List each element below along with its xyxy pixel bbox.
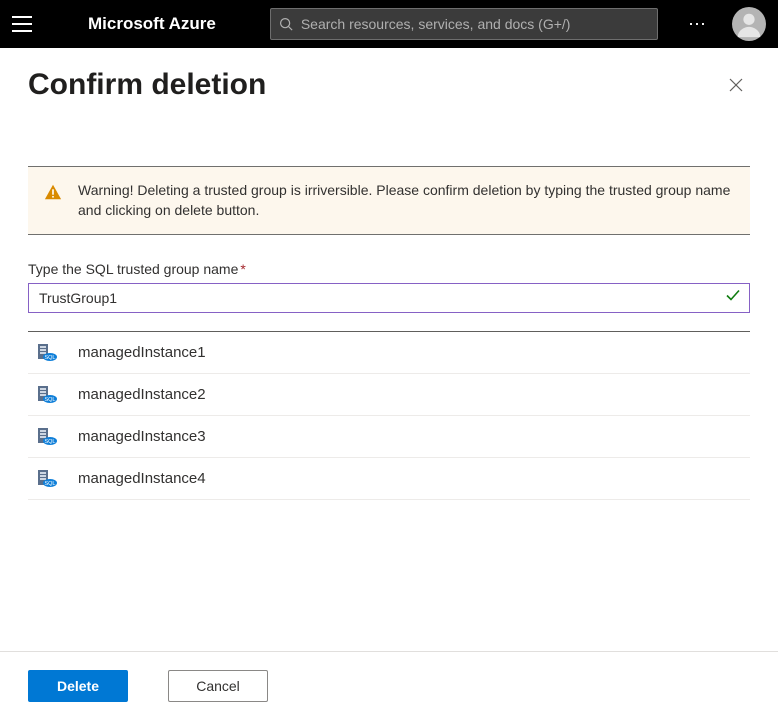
footer: Delete Cancel (0, 651, 778, 720)
trust-group-input[interactable] (39, 290, 715, 306)
more-icon[interactable]: ⋯ (682, 14, 714, 35)
instance-name: managedInstance1 (78, 344, 206, 361)
svg-text:SQL: SQL (44, 355, 55, 361)
topbar: Microsoft Azure ⋯ (0, 0, 778, 48)
svg-text:SQL: SQL (44, 439, 55, 445)
brand-label: Microsoft Azure (88, 14, 216, 34)
list-item: SQL managedInstance4 (28, 458, 750, 500)
instance-name: managedInstance4 (78, 470, 206, 487)
svg-text:SQL: SQL (44, 481, 55, 487)
panel-content: Warning! Deleting a trusted group is irr… (0, 166, 778, 500)
trust-group-input-wrap (28, 283, 750, 313)
sql-instance-icon: SQL (36, 467, 60, 491)
list-item: SQL managedInstance2 (28, 374, 750, 416)
svg-text:SQL: SQL (44, 397, 55, 403)
instances-list: SQL managedInstance1 SQL managedInstance… (28, 331, 750, 500)
hamburger-icon[interactable] (12, 12, 36, 36)
search-input[interactable] (301, 16, 649, 32)
search-icon (279, 17, 293, 31)
list-item: SQL managedInstance3 (28, 416, 750, 458)
instance-name: managedInstance3 (78, 428, 206, 445)
avatar[interactable] (732, 7, 766, 41)
checkmark-icon (725, 288, 741, 309)
input-label-text: Type the SQL trusted group name (28, 261, 238, 277)
warning-banner: Warning! Deleting a trusted group is irr… (28, 166, 750, 235)
delete-button[interactable]: Delete (28, 670, 128, 702)
user-icon (734, 9, 764, 39)
search-box[interactable] (270, 8, 658, 40)
warning-icon (44, 183, 62, 220)
sql-instance-icon: SQL (36, 383, 60, 407)
input-label: Type the SQL trusted group name* (28, 261, 750, 277)
page-title: Confirm deletion (28, 68, 266, 102)
required-asterisk: * (240, 261, 245, 277)
sql-instance-icon: SQL (36, 425, 60, 449)
panel-header: Confirm deletion (0, 48, 778, 110)
close-icon[interactable] (722, 71, 750, 99)
list-item: SQL managedInstance1 (28, 332, 750, 374)
instance-name: managedInstance2 (78, 386, 206, 403)
warning-text: Warning! Deleting a trusted group is irr… (78, 181, 734, 220)
sql-instance-icon: SQL (36, 341, 60, 365)
cancel-button[interactable]: Cancel (168, 670, 268, 702)
